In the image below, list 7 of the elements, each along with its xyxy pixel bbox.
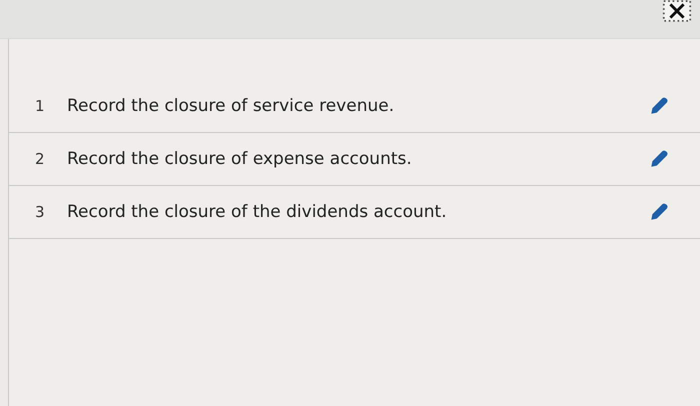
- task-text: Record the closure of expense accounts.: [67, 149, 413, 169]
- row-number: 2: [35, 150, 46, 168]
- close-icon[interactable]: [662, 0, 692, 22]
- row-number: 3: [35, 203, 46, 221]
- row-number: 1: [35, 97, 46, 115]
- task-text: Record the closure of service revenue.: [67, 96, 396, 116]
- task-text: Record the closure of the dividends account.: [67, 202, 448, 222]
